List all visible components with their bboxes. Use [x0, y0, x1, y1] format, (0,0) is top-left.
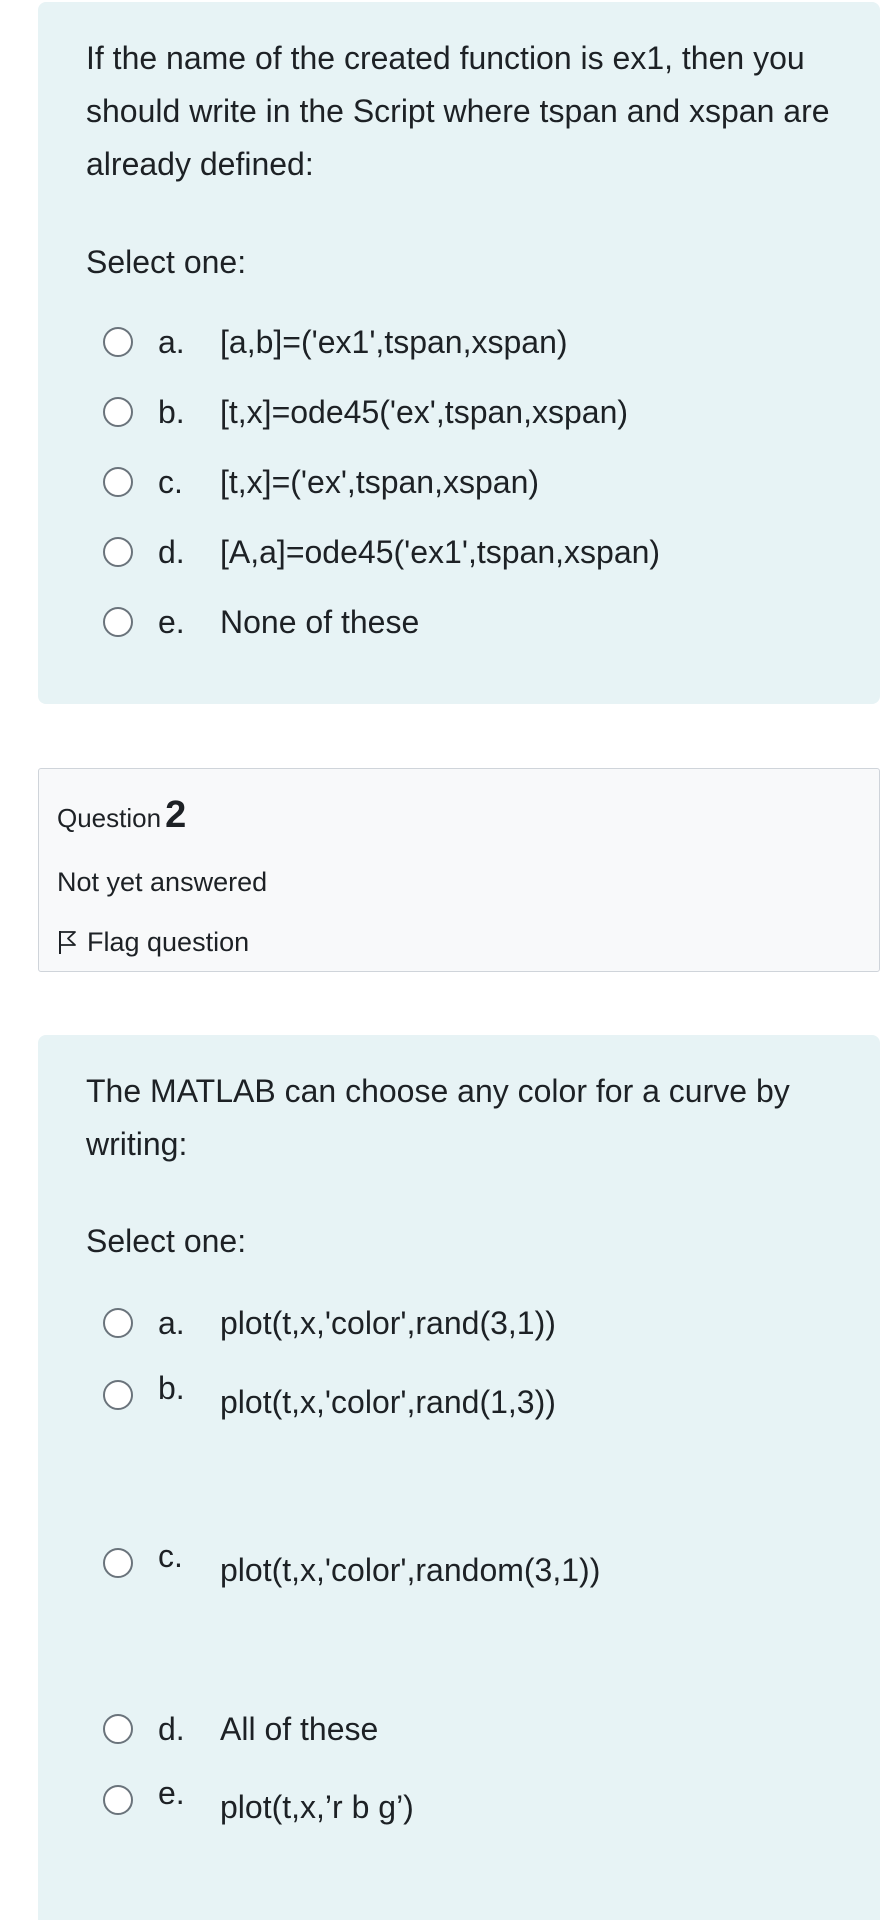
radio-button[interactable] [103, 607, 133, 637]
option-text: plot(t,x,'color',rand(3,1)) [220, 1305, 556, 1341]
option-text: [A,a]=ode45('ex1',tspan,xspan) [220, 534, 661, 570]
question-1-option-d[interactable]: d. [A,a]=ode45('ex1',tspan,xspan) [38, 522, 880, 582]
question-2-text: The MATLAB can choose any color for a cu… [86, 1073, 790, 1162]
option-text: plot(t,x,’r b g’) [220, 1789, 414, 1825]
radio-button[interactable] [103, 1785, 133, 1815]
radio-button[interactable] [103, 1548, 133, 1578]
option-letter: a. [158, 1305, 185, 1341]
question-2-content: The MATLAB can choose any color for a cu… [38, 1035, 880, 1920]
question-1-option-a[interactable]: a. [a,b]=('ex1',tspan,xspan) [38, 312, 880, 372]
option-letter: c. [158, 464, 183, 500]
question-1-option-b[interactable]: b. [t,x]=ode45('ex',tspan,xspan) [38, 382, 880, 442]
question-1-option-e[interactable]: e. None of these [38, 592, 880, 652]
radio-button[interactable] [103, 537, 133, 567]
radio-button[interactable] [103, 1714, 133, 1744]
option-text: All of these [220, 1711, 379, 1747]
option-text: None of these [220, 604, 420, 640]
option-letter: d. [158, 534, 185, 570]
question-2-option-e[interactable]: e. plot(t,x,’r b g’) [38, 1770, 880, 1830]
question-1-text: If the name of the created function is e… [86, 40, 830, 182]
question-1-content: If the name of the created function is e… [38, 2, 880, 704]
question-1-option-c[interactable]: c. [t,x]=('ex',tspan,xspan) [38, 452, 880, 512]
radio-button[interactable] [103, 327, 133, 357]
option-letter: d. [158, 1711, 185, 1747]
flag-icon[interactable] [57, 929, 77, 955]
flag-question-link[interactable]: Flag question [57, 925, 249, 959]
radio-button[interactable] [103, 467, 133, 497]
option-letter: b. [158, 394, 185, 430]
radio-button[interactable] [103, 1308, 133, 1338]
option-text: [a,b]=('ex1',tspan,xspan) [220, 324, 568, 360]
question-label: Question [57, 803, 162, 833]
question-number-value: 2 [165, 794, 187, 836]
question-number: Question 2 [57, 795, 186, 838]
option-letter: e. [158, 1775, 185, 1811]
question-2-option-a[interactable]: a. plot(t,x,'color',rand(3,1)) [38, 1293, 880, 1353]
option-letter: e. [158, 604, 185, 640]
option-text: [t,x]=ode45('ex',tspan,xspan) [220, 394, 629, 430]
radio-button[interactable] [103, 1380, 133, 1410]
radio-button[interactable] [103, 397, 133, 427]
option-text: plot(t,x,'color',rand(1,3)) [220, 1384, 556, 1420]
question-2-info: Question 2 Not yet answered Flag question [38, 768, 880, 972]
question-2-option-b[interactable]: b. plot(t,x,'color',rand(1,3)) [38, 1365, 880, 1425]
question-2-option-d[interactable]: d. All of these [38, 1699, 880, 1759]
option-text: [t,x]=('ex',tspan,xspan) [220, 464, 540, 500]
flag-question-label[interactable]: Flag question [87, 925, 249, 959]
option-letter: c. [158, 1538, 183, 1574]
question-1-prompt: Select one: [86, 244, 247, 280]
option-text: plot(t,x,'color',random(3,1)) [220, 1552, 601, 1588]
option-letter: a. [158, 324, 185, 360]
question-state: Not yet answered [57, 867, 268, 897]
question-2-prompt: Select one: [86, 1223, 247, 1259]
option-letter: b. [158, 1370, 185, 1406]
question-2-option-c[interactable]: c. plot(t,x,'color',random(3,1)) [38, 1533, 880, 1593]
